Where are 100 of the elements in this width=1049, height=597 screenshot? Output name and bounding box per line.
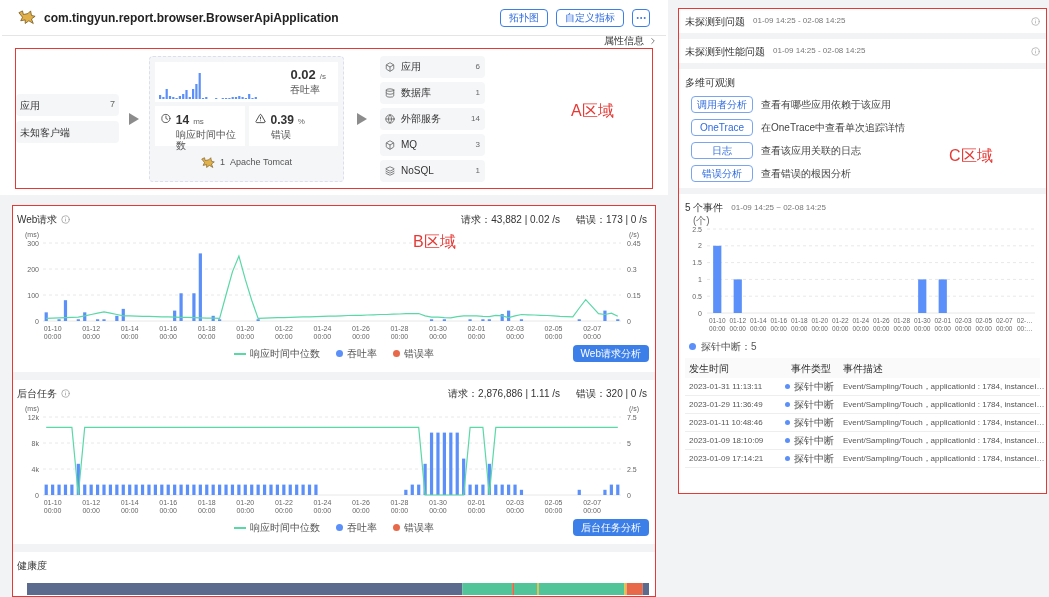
bar bbox=[455, 432, 459, 495]
bar bbox=[102, 484, 106, 495]
bar bbox=[70, 484, 74, 495]
app-title: com.tingyun.report.browser.BrowserApiApplication bbox=[44, 9, 339, 27]
bar bbox=[108, 484, 113, 495]
region-label: B区域 bbox=[413, 232, 456, 252]
bar bbox=[436, 432, 440, 495]
bar bbox=[449, 432, 453, 495]
bar bbox=[115, 315, 119, 321]
error-summary: 错误：320 | 0 /s bbox=[576, 387, 647, 401]
region-label: A区域 bbox=[571, 101, 614, 121]
time-range: 01-09 14:25 ~ 02-08 14:25 bbox=[731, 201, 826, 214]
info-icon[interactable] bbox=[61, 389, 70, 398]
bar bbox=[134, 484, 138, 495]
metric-label: 错误 bbox=[270, 128, 292, 140]
throughput-unit: /s bbox=[319, 70, 326, 83]
header-button[interactable]: 自定义指标 bbox=[556, 8, 624, 27]
instance-name: Apache Tomcat bbox=[230, 155, 292, 169]
bar bbox=[166, 484, 170, 495]
card-title: 健康度 bbox=[17, 559, 48, 573]
bar bbox=[733, 279, 742, 313]
bar bbox=[147, 484, 151, 495]
bar bbox=[51, 484, 55, 495]
table-cell-text: 2023-01-11 10:48:46 bbox=[689, 416, 764, 429]
bar bbox=[404, 489, 408, 495]
header-button[interactable]: 拓扑图 bbox=[500, 8, 548, 27]
play-icon bbox=[129, 112, 139, 125]
bar bbox=[918, 279, 927, 313]
bar bbox=[173, 484, 177, 495]
attribute-link[interactable]: 属性信息 bbox=[604, 36, 644, 46]
observe-button[interactable]: 错误分析 bbox=[691, 165, 753, 182]
status-title: 未探测到问题 bbox=[685, 14, 745, 29]
dependency-item[interactable]: NoSQL 1 bbox=[380, 159, 485, 182]
legend-label: 错误率 bbox=[404, 521, 434, 535]
bar bbox=[89, 484, 93, 495]
layers-icon bbox=[385, 165, 395, 176]
info-icon[interactable] bbox=[1031, 46, 1040, 56]
bar bbox=[609, 484, 613, 495]
info-icon[interactable] bbox=[61, 215, 71, 224]
bar bbox=[44, 484, 48, 495]
bar bbox=[410, 484, 414, 495]
observe-description: 查看该应用关联的日志 bbox=[761, 144, 861, 158]
bar bbox=[44, 312, 48, 321]
bar bbox=[442, 432, 446, 495]
bar bbox=[243, 484, 247, 495]
source-item[interactable]: 未知客户端 bbox=[16, 121, 119, 143]
cube-icon bbox=[385, 139, 395, 150]
bar bbox=[153, 484, 157, 495]
bar bbox=[83, 484, 87, 495]
bar bbox=[938, 279, 947, 313]
dependency-item[interactable]: 数据库 1 bbox=[380, 81, 485, 104]
bar bbox=[494, 484, 498, 495]
dependency-name: 应用 bbox=[401, 60, 421, 74]
bar bbox=[269, 484, 273, 495]
bar bbox=[121, 484, 125, 495]
instance-count: 1 bbox=[220, 155, 226, 169]
error-summary: 错误：173 | 0 /s bbox=[576, 213, 647, 227]
dependency-name: MQ bbox=[401, 138, 418, 152]
analysis-button[interactable]: 后台任务分析 bbox=[573, 519, 649, 536]
legend-label: 吞吐率 bbox=[347, 521, 377, 535]
chevron-right-icon[interactable] bbox=[648, 36, 658, 46]
dependency-count: 14 bbox=[471, 112, 480, 125]
more-button[interactable] bbox=[632, 8, 650, 27]
throughput-label: 吞吐率 bbox=[290, 84, 322, 96]
dependency-item[interactable]: 外部服务 14 bbox=[380, 107, 485, 130]
bar bbox=[140, 484, 145, 495]
dependency-item[interactable]: 应用 6 bbox=[380, 55, 485, 78]
bar bbox=[423, 463, 427, 495]
dependency-item[interactable]: MQ 3 bbox=[380, 133, 485, 156]
bar bbox=[128, 484, 132, 495]
bar bbox=[192, 293, 196, 321]
bar bbox=[282, 484, 286, 495]
bar bbox=[481, 484, 485, 495]
metric-value: 14 bbox=[175, 111, 190, 129]
info-icon[interactable] bbox=[1031, 16, 1040, 26]
time-range: 01-09 14:25 - 02-08 14:25 bbox=[753, 15, 846, 27]
observe-description: 查看有哪些应用依赖于该应用 bbox=[761, 98, 891, 112]
bar bbox=[115, 484, 119, 495]
observe-button[interactable]: 日志 bbox=[691, 142, 753, 159]
bar bbox=[230, 484, 235, 495]
observe-button[interactable]: OneTrace bbox=[691, 119, 753, 136]
dependency-name: 数据库 bbox=[401, 86, 431, 100]
bar bbox=[307, 484, 312, 495]
metric-label: 响应时间中位数 bbox=[175, 128, 237, 151]
request-summary: 请求：43,882 | 0.02 /s bbox=[461, 213, 561, 227]
analysis-button[interactable]: Web请求分析 bbox=[572, 345, 649, 362]
bar bbox=[63, 484, 68, 495]
column-header: 发生时间 bbox=[689, 361, 730, 376]
bar bbox=[237, 484, 241, 495]
column-header: 事件描述 bbox=[843, 361, 884, 376]
dependency-name: NoSQL bbox=[401, 164, 434, 178]
bar bbox=[198, 484, 202, 495]
legend-line-icon bbox=[234, 352, 246, 355]
axis-unit: (个) bbox=[693, 215, 710, 226]
bar bbox=[198, 253, 202, 321]
clock-icon bbox=[161, 112, 171, 124]
observe-button[interactable]: 调用者分析 bbox=[691, 96, 753, 113]
request-summary: 请求：2,876,886 | 1.11 /s bbox=[448, 387, 561, 401]
source-item[interactable]: 应用 7 bbox=[16, 94, 119, 116]
bar bbox=[288, 484, 292, 495]
